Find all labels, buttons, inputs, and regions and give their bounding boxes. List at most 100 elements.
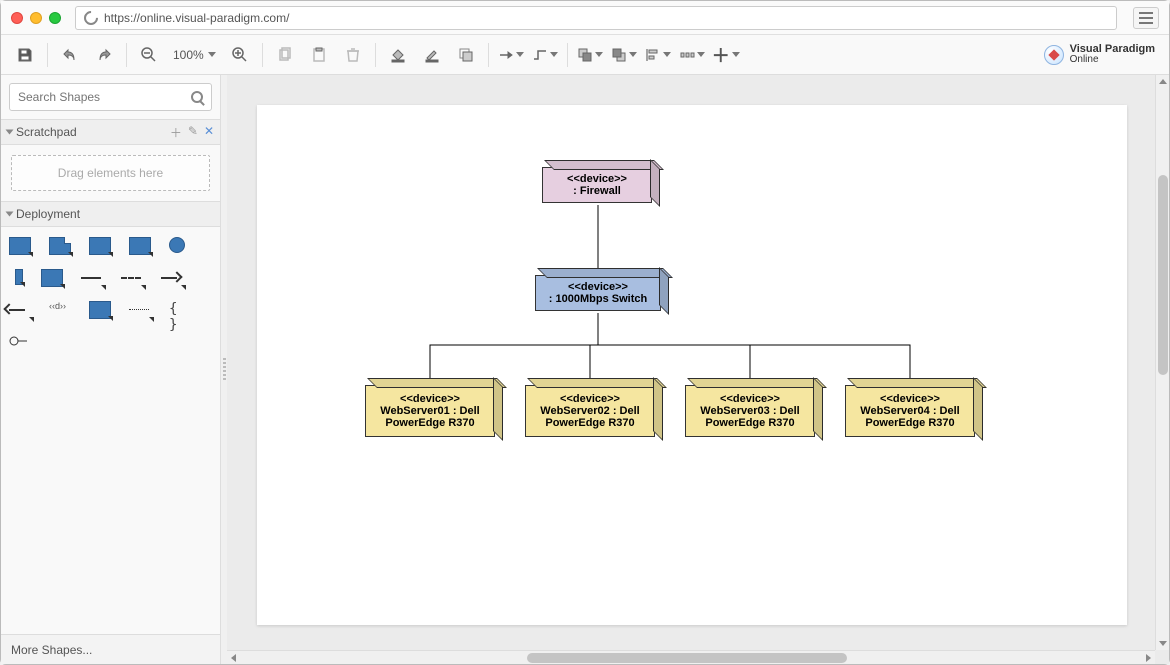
logo-text: Visual Paradigm Online bbox=[1070, 44, 1155, 65]
save-button[interactable] bbox=[9, 41, 41, 69]
node-label: PowerEdge R370 bbox=[850, 417, 970, 429]
diagram-canvas[interactable]: <<device>> : Firewall <<device>> : 1000M… bbox=[257, 105, 1127, 625]
search-shapes-box[interactable] bbox=[9, 83, 212, 111]
shape-dependency[interactable] bbox=[121, 269, 143, 287]
menu-button[interactable] bbox=[1133, 7, 1159, 29]
deployment-shapes: ‹‹d›› { } bbox=[1, 227, 220, 634]
to-front-button[interactable] bbox=[574, 41, 606, 69]
node-webserver03[interactable]: <<device>> WebServer03 : Dell PowerEdge … bbox=[685, 385, 815, 437]
zoom-out-button[interactable] bbox=[133, 41, 165, 69]
address-bar[interactable]: https://online.visual-paradigm.com/ bbox=[75, 6, 1117, 30]
add-button[interactable]: ＋ bbox=[710, 41, 742, 69]
shape-device[interactable] bbox=[129, 237, 151, 255]
scratchpad-body: Drag elements here bbox=[1, 145, 220, 201]
scrollbar-thumb[interactable] bbox=[1158, 175, 1168, 375]
node-label: PowerEdge R370 bbox=[370, 417, 490, 429]
main-toolbar: 100% bbox=[1, 35, 1169, 75]
canvas-viewport[interactable]: <<device>> : Firewall <<device>> : 1000M… bbox=[227, 75, 1169, 664]
canvas-area: <<device>> : Firewall <<device>> : 1000M… bbox=[227, 75, 1169, 664]
chevron-down-icon bbox=[629, 52, 637, 57]
shape-artifact[interactable] bbox=[49, 237, 71, 255]
window-controls bbox=[11, 12, 61, 24]
reload-icon[interactable] bbox=[81, 8, 101, 28]
chevron-down-icon bbox=[516, 52, 524, 57]
line-color-button[interactable] bbox=[416, 41, 448, 69]
sidebar: Scratchpad ＋ ✎ ✕ Drag elements here Depl… bbox=[1, 75, 221, 664]
delete-button[interactable] bbox=[337, 41, 369, 69]
shape-association[interactable] bbox=[81, 269, 103, 287]
waypoint-button[interactable] bbox=[529, 41, 561, 69]
shape-generalization[interactable] bbox=[9, 301, 31, 319]
splitter-grip-icon bbox=[223, 358, 226, 382]
shape-exec-env[interactable] bbox=[41, 269, 63, 287]
undo-button[interactable] bbox=[54, 41, 86, 69]
node-label: PowerEdge R370 bbox=[690, 417, 810, 429]
horizontal-scrollbar[interactable] bbox=[227, 650, 1155, 664]
shadow-button[interactable] bbox=[450, 41, 482, 69]
chevron-down-icon bbox=[697, 52, 705, 57]
shape-comm-path[interactable] bbox=[129, 301, 151, 319]
shape-spec[interactable] bbox=[89, 301, 111, 319]
distribute-button[interactable] bbox=[676, 41, 708, 69]
node-stereotype: <<device>> bbox=[370, 393, 490, 405]
align-button[interactable] bbox=[642, 41, 674, 69]
node-stereotype: <<device>> bbox=[850, 393, 970, 405]
redo-button[interactable] bbox=[88, 41, 120, 69]
search-icon[interactable] bbox=[191, 91, 203, 103]
node-label: PowerEdge R370 bbox=[530, 417, 650, 429]
to-back-button[interactable] bbox=[608, 41, 640, 69]
shape-node[interactable] bbox=[9, 237, 31, 255]
close-window-icon[interactable] bbox=[11, 12, 23, 24]
node-label: WebServer02 : Dell bbox=[530, 405, 650, 417]
node-webserver04[interactable]: <<device>> WebServer04 : Dell PowerEdge … bbox=[845, 385, 975, 437]
url-text: https://online.visual-paradigm.com/ bbox=[104, 11, 289, 25]
paste-button[interactable] bbox=[303, 41, 335, 69]
fill-color-button[interactable] bbox=[382, 41, 414, 69]
zoom-level[interactable]: 100% bbox=[167, 48, 222, 62]
add-scratchpad-icon[interactable]: ＋ bbox=[170, 124, 182, 141]
zoom-in-button[interactable] bbox=[224, 41, 256, 69]
node-webserver01[interactable]: <<device>> WebServer01 : Dell PowerEdge … bbox=[365, 385, 495, 437]
connection-style-button[interactable] bbox=[495, 41, 527, 69]
maximize-window-icon[interactable] bbox=[49, 12, 61, 24]
app-logo[interactable]: Visual Paradigm Online bbox=[1044, 44, 1161, 65]
shape-deploy[interactable] bbox=[161, 269, 183, 287]
scratchpad-header[interactable]: Scratchpad ＋ ✎ ✕ bbox=[1, 119, 220, 145]
node-label: : Firewall bbox=[543, 185, 651, 197]
deployment-title: Deployment bbox=[16, 207, 80, 221]
disclosure-icon bbox=[6, 212, 14, 217]
shape-interface[interactable] bbox=[169, 237, 191, 255]
node-label: WebServer04 : Dell bbox=[850, 405, 970, 417]
chevron-down-icon bbox=[732, 52, 740, 57]
node-stereotype: <<device>> bbox=[543, 173, 651, 185]
chevron-down-icon bbox=[208, 52, 216, 57]
node-label: WebServer03 : Dell bbox=[690, 405, 810, 417]
chevron-down-icon bbox=[550, 52, 558, 57]
shape-component[interactable] bbox=[89, 237, 111, 255]
scratchpad-dropzone[interactable]: Drag elements here bbox=[11, 155, 210, 191]
main-area: Scratchpad ＋ ✎ ✕ Drag elements here Depl… bbox=[1, 75, 1169, 664]
node-webserver02[interactable]: <<device>> WebServer02 : Dell PowerEdge … bbox=[525, 385, 655, 437]
shape-manifest[interactable]: ‹‹d›› bbox=[49, 301, 71, 319]
diagram-connectors bbox=[257, 105, 1127, 625]
node-firewall[interactable]: <<device>> : Firewall bbox=[542, 167, 652, 203]
more-shapes-button[interactable]: More Shapes... bbox=[1, 634, 220, 664]
shape-constraint[interactable]: { } bbox=[169, 301, 191, 319]
copy-button[interactable] bbox=[269, 41, 301, 69]
shape-port[interactable] bbox=[15, 269, 23, 285]
node-label: WebServer01 : Dell bbox=[370, 405, 490, 417]
scrollbar-thumb[interactable] bbox=[527, 653, 847, 663]
shape-lollipop[interactable] bbox=[9, 333, 31, 351]
chevron-down-icon bbox=[663, 52, 671, 57]
search-input[interactable] bbox=[18, 90, 168, 104]
node-label: : 1000Mbps Switch bbox=[536, 293, 660, 305]
disclosure-icon bbox=[6, 130, 14, 135]
edit-scratchpad-icon[interactable]: ✎ bbox=[188, 124, 198, 141]
vertical-scrollbar[interactable] bbox=[1155, 75, 1169, 650]
close-scratchpad-icon[interactable]: ✕ bbox=[204, 124, 214, 141]
minimize-window-icon[interactable] bbox=[30, 12, 42, 24]
deployment-header[interactable]: Deployment bbox=[1, 201, 220, 227]
node-stereotype: <<device>> bbox=[690, 393, 810, 405]
node-switch[interactable]: <<device>> : 1000Mbps Switch bbox=[535, 275, 661, 311]
node-stereotype: <<device>> bbox=[536, 281, 660, 293]
